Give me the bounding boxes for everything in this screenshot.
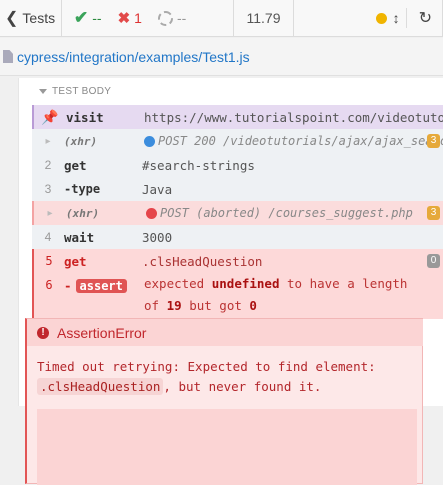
command-type[interactable]: 3 -type Java — [32, 177, 443, 201]
failed-commands: 5 get .clsHeadQuestion 0 6 - assert expec… — [32, 249, 443, 319]
command-name: get — [64, 253, 87, 269]
command-message: #search-strings — [142, 157, 255, 173]
test-body-title: TEST BODY — [52, 86, 112, 97]
header-controls: ↕ ↻ — [294, 0, 443, 36]
command-message: Java — [142, 181, 173, 197]
assert-message: expected undefined to have a length of 1… — [144, 273, 429, 317]
command-name: get — [64, 157, 87, 173]
error-icon: ! — [37, 326, 49, 339]
command-xhr-aborted[interactable]: ▸ (xhr) POST (aborted) /courses_suggest.… — [32, 201, 443, 225]
reporter-header: ❮ Tests ✔ -- ✖ 1 -- 11.79 ↕ ↻ — [0, 0, 443, 37]
x-icon: ✖ — [117, 10, 131, 27]
spec-file-bar: cypress/integration/examples/Test1.js — [0, 38, 443, 76]
command-log: TEST BODY 📌 visit https://www.tutorialsp… — [18, 78, 443, 485]
command-message: https://www.tutorialspoint.com/videotuto… — [144, 109, 443, 125]
assert-pill: assert — [75, 278, 127, 293]
error-header: ! AssertionError — [27, 319, 423, 346]
passed-count: -- — [92, 10, 102, 26]
test-body-header[interactable]: TEST BODY — [39, 86, 111, 97]
command-message: POST 200 /videotutorials/ajax/ajax_searc… — [144, 134, 443, 148]
command-name: visit — [66, 109, 104, 125]
failed-count: 1 — [134, 10, 142, 26]
count-badge: 3 — [427, 206, 440, 220]
spec-file-link[interactable]: cypress/integration/examples/Test1.js — [17, 49, 250, 65]
command-message: POST (aborted) /courses_suggest.php — [146, 206, 443, 220]
collapse-triangle-icon — [39, 89, 47, 94]
command-wait[interactable]: 4 wait 3000 — [32, 225, 443, 249]
command-name: wait — [64, 229, 95, 245]
error-line-1: Timed out retrying: Expected to find ele… — [37, 359, 376, 374]
xhr-aborted-dot-icon — [146, 207, 157, 219]
failed-stat[interactable]: ✖ 1 — [118, 9, 142, 27]
back-to-tests-button[interactable]: ❮ Tests — [0, 0, 62, 36]
assert-value-3: 0 — [249, 298, 257, 313]
check-icon: ✔ — [74, 8, 89, 27]
error-title: AssertionError — [57, 324, 147, 341]
command-name: (xhr) — [66, 206, 100, 220]
assert-name: - assert — [64, 278, 142, 293]
count-badge: 3 — [427, 134, 440, 148]
xhr-message-text: POST 200 /videotutorials/ajax/ajax_searc… — [158, 134, 443, 148]
assert-value-1: undefined — [211, 276, 280, 291]
assert-text-3: but got — [189, 298, 242, 313]
error-panel: ! AssertionError Timed out retrying: Exp… — [25, 318, 423, 485]
command-xhr[interactable]: ▸ (xhr) POST 200 /videotutorials/ajax/aj… — [32, 129, 443, 153]
running-status-dot-icon — [375, 12, 387, 24]
command-number: 4 — [44, 230, 52, 244]
duration: 11.79 — [234, 0, 294, 36]
back-label: Tests — [22, 10, 56, 26]
passed-stat[interactable]: ✔ -- — [74, 8, 102, 28]
command-message: .clsHeadQuestion — [142, 253, 263, 269]
auto-scroll-toggle-icon[interactable]: ↕ — [393, 10, 400, 26]
assert-text-1: expected — [144, 276, 205, 291]
rerun-icon[interactable]: ↻ — [405, 8, 432, 28]
command-message: 3000 — [142, 229, 173, 245]
error-message: Timed out retrying: Expected to find ele… — [37, 357, 417, 397]
xhr-success-dot-icon — [144, 135, 155, 147]
pending-stat[interactable]: -- — [157, 10, 187, 26]
command-get-failed[interactable]: 5 get .clsHeadQuestion 0 — [34, 249, 443, 273]
error-line-2: , but never found it. — [163, 379, 322, 394]
chevron-left-icon: ❮ — [5, 10, 19, 27]
pending-count: -- — [176, 10, 187, 26]
error-selector: .clsHeadQuestion — [37, 378, 164, 395]
command-visit[interactable]: 📌 visit https://www.tutorialspoint.com/v… — [32, 105, 443, 129]
error-stack-area — [37, 409, 417, 485]
expand-caret-icon[interactable]: ▸ — [34, 208, 66, 219]
command-number: 5 — [45, 254, 53, 268]
file-icon — [3, 50, 13, 63]
command-name: -type — [64, 182, 101, 196]
command-number: 6 — [45, 278, 53, 292]
xhr-message-text: POST (aborted) /courses_suggest.php — [160, 206, 413, 220]
pending-circle-icon — [157, 10, 173, 26]
test-stats: ✔ -- ✖ 1 -- — [62, 0, 234, 36]
assert-value-2: 19 — [166, 298, 182, 313]
command-get[interactable]: 2 get #search-strings — [32, 153, 443, 177]
command-number: 3 — [44, 182, 52, 196]
pin-icon: 📌 — [41, 108, 59, 125]
expand-caret-icon[interactable]: ▸ — [32, 136, 64, 147]
command-name: (xhr) — [64, 134, 98, 148]
command-number: 2 — [44, 158, 52, 172]
count-badge: 0 — [427, 254, 440, 268]
assert-dash: - — [64, 277, 72, 293]
